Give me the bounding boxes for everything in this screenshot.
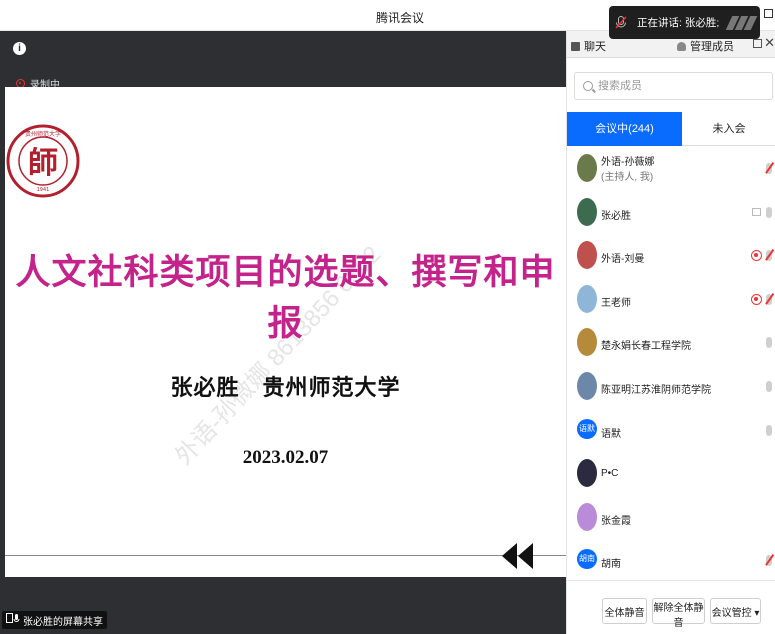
svg-text:1941: 1941 <box>37 187 50 193</box>
stage-topbar: i 录制中 <box>0 31 566 91</box>
mic-muted-icon[interactable] <box>766 163 772 174</box>
member-name: 语默 <box>601 428 621 440</box>
slide-author: 张必胜 贵州师范大学 <box>170 375 401 400</box>
list-item[interactable]: 楚永娟长春工程学院 <box>567 321 775 365</box>
screen-share-area[interactable]: i 录制中 師 贵州师范大学 1941 外语-孙微娜 8613856 6362 … <box>0 31 566 634</box>
member-name: P•C <box>601 468 619 480</box>
share-label-text: 张必胜的屏幕共享 <box>23 616 103 628</box>
avatar <box>577 328 597 357</box>
search-input[interactable] <box>598 80 748 92</box>
info-icon[interactable]: i <box>13 42 26 55</box>
speaking-toast: 正在讲话: 张必胜; <box>609 6 760 39</box>
mic-icon[interactable] <box>766 424 772 436</box>
tab-chat-label: 聊天 <box>584 41 606 53</box>
unmute-all-button[interactable]: 解除全体静音 <box>652 598 705 629</box>
recording-icon <box>751 293 762 305</box>
list-item[interactable]: 外语-刘曼 <box>567 234 775 278</box>
mic-muted-icon[interactable] <box>766 250 772 262</box>
list-item[interactable]: P•C <box>567 452 775 496</box>
avatar <box>577 197 597 226</box>
member-name-block: 外语-孙薇娜 (主持人, 我) <box>601 155 654 185</box>
avatar <box>577 154 597 182</box>
member-name: 胡南 <box>601 559 621 571</box>
svg-text:贵州师范大学: 贵州师范大学 <box>25 130 61 138</box>
avatar <box>577 371 597 400</box>
member-name: 楚永娟长春工程学院 <box>601 341 691 353</box>
list-item[interactable]: 外语-孙薇娜 (主持人, 我) <box>567 147 775 191</box>
member-name: 张必胜 <box>601 210 631 222</box>
avatar <box>577 459 597 488</box>
rewind-icon[interactable] <box>502 543 534 569</box>
list-item[interactable]: 张金霞 <box>567 496 775 540</box>
share-mic-icon <box>6 613 20 627</box>
university-logo: 師 贵州师范大学 1941 <box>6 124 80 198</box>
member-filter: 会议中(244) 未入会 <box>567 112 775 146</box>
svg-text:師: 師 <box>28 146 58 181</box>
tab-members[interactable]: 管理成员 <box>677 38 734 54</box>
slide-title: 人文社科类项目的选题、撰写和申报 <box>15 253 556 343</box>
chat-icon <box>571 41 580 51</box>
panel-footer: 全体静音 解除全体静音 会议管控 ▾ <box>567 580 775 634</box>
maximize-icon[interactable] <box>764 9 773 18</box>
slide-divider <box>5 555 566 556</box>
member-name: 陈亚明江苏淮阴师范学院 <box>601 384 711 396</box>
tab-in-meeting[interactable]: 会议中(244) <box>567 112 682 146</box>
list-item[interactable]: 胡南 胡南 <box>567 539 775 583</box>
avatar <box>577 284 597 313</box>
member-name: 张金霞 <box>601 515 631 527</box>
member-search[interactable] <box>574 72 773 100</box>
meeting-window: 腾讯会议 正在讲话: 张必胜; i 录制中 師 贵州师范大学 1941 外语-孙… <box>0 0 775 634</box>
meeting-control-button[interactable]: 会议管控 ▾ <box>710 598 761 624</box>
list-item[interactable]: 王老师 <box>567 278 775 322</box>
member-name: 王老师 <box>601 297 631 309</box>
search-icon <box>583 81 593 91</box>
list-item[interactable]: 语默 语默 <box>567 409 775 453</box>
mic-muted-icon[interactable] <box>766 555 772 567</box>
member-name: 外语-孙薇娜 <box>601 157 655 168</box>
avatar: 语默 <box>577 418 597 439</box>
avatar <box>577 502 597 531</box>
tab-chat[interactable]: 聊天 <box>571 38 606 54</box>
screen-share-label: 张必胜的屏幕共享 <box>2 611 107 629</box>
recording-icon <box>751 250 762 262</box>
tab-not-joined[interactable]: 未入会 <box>682 112 775 146</box>
members-icon <box>677 41 686 51</box>
mic-icon[interactable] <box>766 206 772 218</box>
mic-icon[interactable] <box>766 380 772 392</box>
mic-muted-icon[interactable] <box>766 293 772 305</box>
list-item[interactable]: 陈亚明江苏淮阴师范学院 <box>567 365 775 409</box>
avatar: 胡南 <box>577 549 597 570</box>
list-item[interactable]: 张必胜 <box>567 191 775 235</box>
close-icon[interactable]: ✕ <box>764 35 775 51</box>
member-list: 外语-孙薇娜 (主持人, 我) 张必胜 外语-刘曼 王老师 楚永娟长春工程学院 … <box>567 147 775 583</box>
mic-icon[interactable] <box>766 337 772 349</box>
mute-all-button[interactable]: 全体静音 <box>602 598 647 624</box>
member-role: (主持人, 我) <box>601 172 654 183</box>
popout-icon[interactable] <box>753 39 762 48</box>
mic-icon <box>615 15 627 30</box>
screen-share-icon <box>752 207 761 216</box>
member-name: 外语-刘曼 <box>601 254 645 266</box>
speaker-wave-icon <box>725 15 758 30</box>
member-panel: 聊天 管理成员 ✕ 会议中(244) 未入会 外语-孙薇娜 (主持人, 我) <box>566 31 775 634</box>
shared-slide: 師 贵州师范大学 1941 外语-孙微娜 8613856 6362 人文社科类项… <box>5 87 566 577</box>
slide-date: 2023.02.07 <box>242 447 329 468</box>
tab-members-label: 管理成员 <box>690 41 734 53</box>
avatar <box>577 241 597 270</box>
speaking-text: 正在讲话: 张必胜; <box>637 17 720 29</box>
